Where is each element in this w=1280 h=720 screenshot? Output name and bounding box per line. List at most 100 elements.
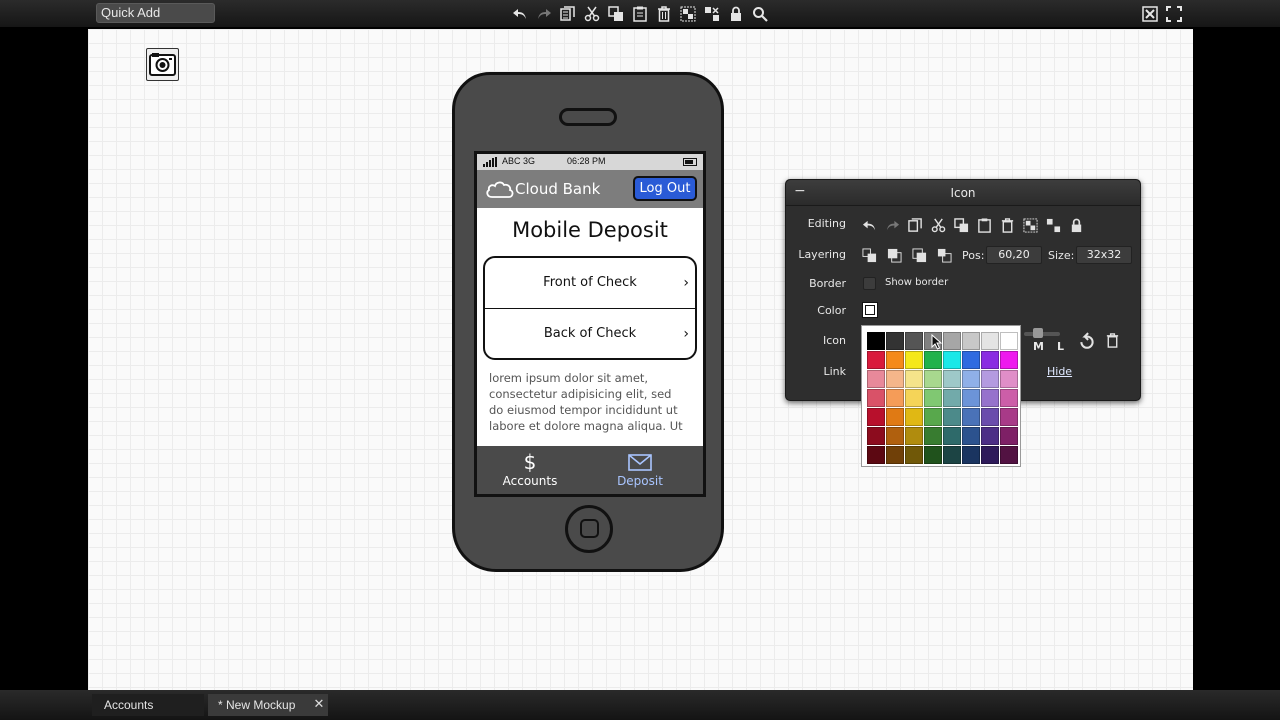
ungroup-icon[interactable] — [1044, 216, 1062, 234]
color-swatch[interactable] — [1000, 446, 1018, 464]
color-swatch[interactable] — [962, 446, 980, 464]
send-backward-icon[interactable] — [910, 246, 928, 264]
color-swatch[interactable] — [867, 370, 885, 388]
tab-deposit[interactable]: Deposit — [595, 450, 685, 488]
group-icon[interactable] — [1021, 216, 1039, 234]
color-swatch[interactable] — [905, 389, 923, 407]
delete-icon[interactable] — [654, 4, 674, 24]
duplicate-icon[interactable] — [606, 4, 626, 24]
color-swatch[interactable] — [886, 351, 904, 369]
color-swatch[interactable] — [943, 389, 961, 407]
color-swatch[interactable] — [924, 427, 942, 445]
color-swatch[interactable] — [905, 408, 923, 426]
color-swatch[interactable] — [1000, 351, 1018, 369]
color-swatch[interactable] — [924, 389, 942, 407]
color-swatch[interactable] — [867, 351, 885, 369]
size-large-option[interactable]: L — [1057, 340, 1064, 353]
color-swatch[interactable] — [981, 427, 999, 445]
color-swatch[interactable] — [981, 351, 999, 369]
color-swatch[interactable] — [943, 370, 961, 388]
color-swatch[interactable] — [943, 351, 961, 369]
redo-icon[interactable] — [883, 216, 901, 234]
slider-knob[interactable] — [1033, 328, 1043, 338]
color-swatch[interactable] — [943, 446, 961, 464]
color-swatch[interactable] — [867, 446, 885, 464]
color-swatch[interactable] — [867, 389, 885, 407]
close-tab-icon[interactable]: ✕ — [312, 694, 326, 716]
color-swatch[interactable] — [886, 408, 904, 426]
back-of-check-item[interactable]: Back of Check › — [485, 308, 695, 358]
color-swatch[interactable] — [1000, 427, 1018, 445]
color-swatch[interactable] — [867, 427, 885, 445]
color-swatch[interactable] — [886, 370, 904, 388]
color-swatch[interactable] — [924, 446, 942, 464]
color-swatch[interactable] — [981, 389, 999, 407]
logout-button[interactable]: Log Out — [633, 176, 697, 201]
color-swatch[interactable] — [981, 332, 999, 350]
undo-icon[interactable] — [510, 4, 530, 24]
bring-to-front-icon[interactable] — [860, 246, 878, 264]
tab-accounts-document[interactable]: Accounts — [92, 694, 204, 716]
color-swatch[interactable] — [905, 351, 923, 369]
color-swatch[interactable] — [943, 408, 961, 426]
color-swatch[interactable] — [905, 332, 923, 350]
color-swatch[interactable] — [981, 370, 999, 388]
undo-icon[interactable] — [860, 216, 878, 234]
color-swatch[interactable] — [905, 446, 923, 464]
quick-add-input[interactable]: Quick Add — [96, 3, 215, 23]
color-swatch[interactable] — [943, 427, 961, 445]
delete-icon[interactable] — [1103, 331, 1121, 349]
color-swatch[interactable] — [924, 351, 942, 369]
send-to-back-icon[interactable] — [935, 246, 953, 264]
cut-icon[interactable] — [929, 216, 947, 234]
ungroup-icon[interactable] — [702, 4, 722, 24]
color-swatch[interactable] — [962, 427, 980, 445]
color-swatch[interactable] — [1000, 408, 1018, 426]
copy-icon[interactable] — [558, 4, 578, 24]
search-icon[interactable] — [750, 4, 770, 24]
redo-icon[interactable] — [534, 4, 554, 24]
front-of-check-item[interactable]: Front of Check › — [485, 258, 695, 308]
color-swatch[interactable] — [905, 427, 923, 445]
color-swatch[interactable] — [886, 389, 904, 407]
rotate-icon[interactable] — [1076, 330, 1098, 352]
hide-link[interactable]: Hide — [1047, 365, 1072, 378]
color-swatch[interactable] — [981, 408, 999, 426]
color-swatch[interactable] — [886, 427, 904, 445]
tab-new-mockup[interactable]: * New Mockup — [208, 694, 328, 716]
color-swatch[interactable] — [962, 351, 980, 369]
lock-icon[interactable] — [1067, 216, 1085, 234]
size-medium-option[interactable]: M — [1033, 340, 1044, 353]
color-swatch[interactable] — [886, 446, 904, 464]
color-swatch[interactable] — [962, 370, 980, 388]
color-picker-button[interactable] — [862, 302, 878, 318]
color-swatch[interactable] — [1000, 332, 1018, 350]
paste-icon[interactable] — [975, 216, 993, 234]
delete-icon[interactable] — [998, 216, 1016, 234]
home-button[interactable] — [565, 505, 613, 553]
duplicate-icon[interactable] — [952, 216, 970, 234]
color-swatch[interactable] — [1000, 389, 1018, 407]
color-swatch[interactable] — [924, 408, 942, 426]
color-swatch[interactable] — [886, 332, 904, 350]
color-swatch[interactable] — [1000, 370, 1018, 388]
color-swatch[interactable] — [905, 370, 923, 388]
close-window-icon[interactable] — [1140, 4, 1160, 24]
iphone-mockup[interactable]: ABC 3G 06:28 PM Cloud Bank Log Out Mobil… — [452, 72, 724, 572]
show-border-checkbox[interactable] — [863, 277, 876, 290]
tab-accounts[interactable]: $ Accounts — [485, 450, 575, 488]
color-swatch[interactable] — [962, 389, 980, 407]
camera-icon[interactable] — [146, 48, 179, 81]
color-swatch[interactable] — [943, 332, 961, 350]
color-swatch[interactable] — [981, 446, 999, 464]
color-swatch[interactable] — [867, 408, 885, 426]
bring-forward-icon[interactable] — [885, 246, 903, 264]
fullscreen-icon[interactable] — [1164, 4, 1184, 24]
pos-input[interactable]: 60,20 — [986, 246, 1042, 264]
cut-icon[interactable] — [582, 4, 602, 24]
lock-icon[interactable] — [726, 4, 746, 24]
size-input[interactable]: 32x32 — [1076, 246, 1132, 264]
color-swatch[interactable] — [962, 332, 980, 350]
color-swatch[interactable] — [962, 408, 980, 426]
copy-icon[interactable] — [906, 216, 924, 234]
